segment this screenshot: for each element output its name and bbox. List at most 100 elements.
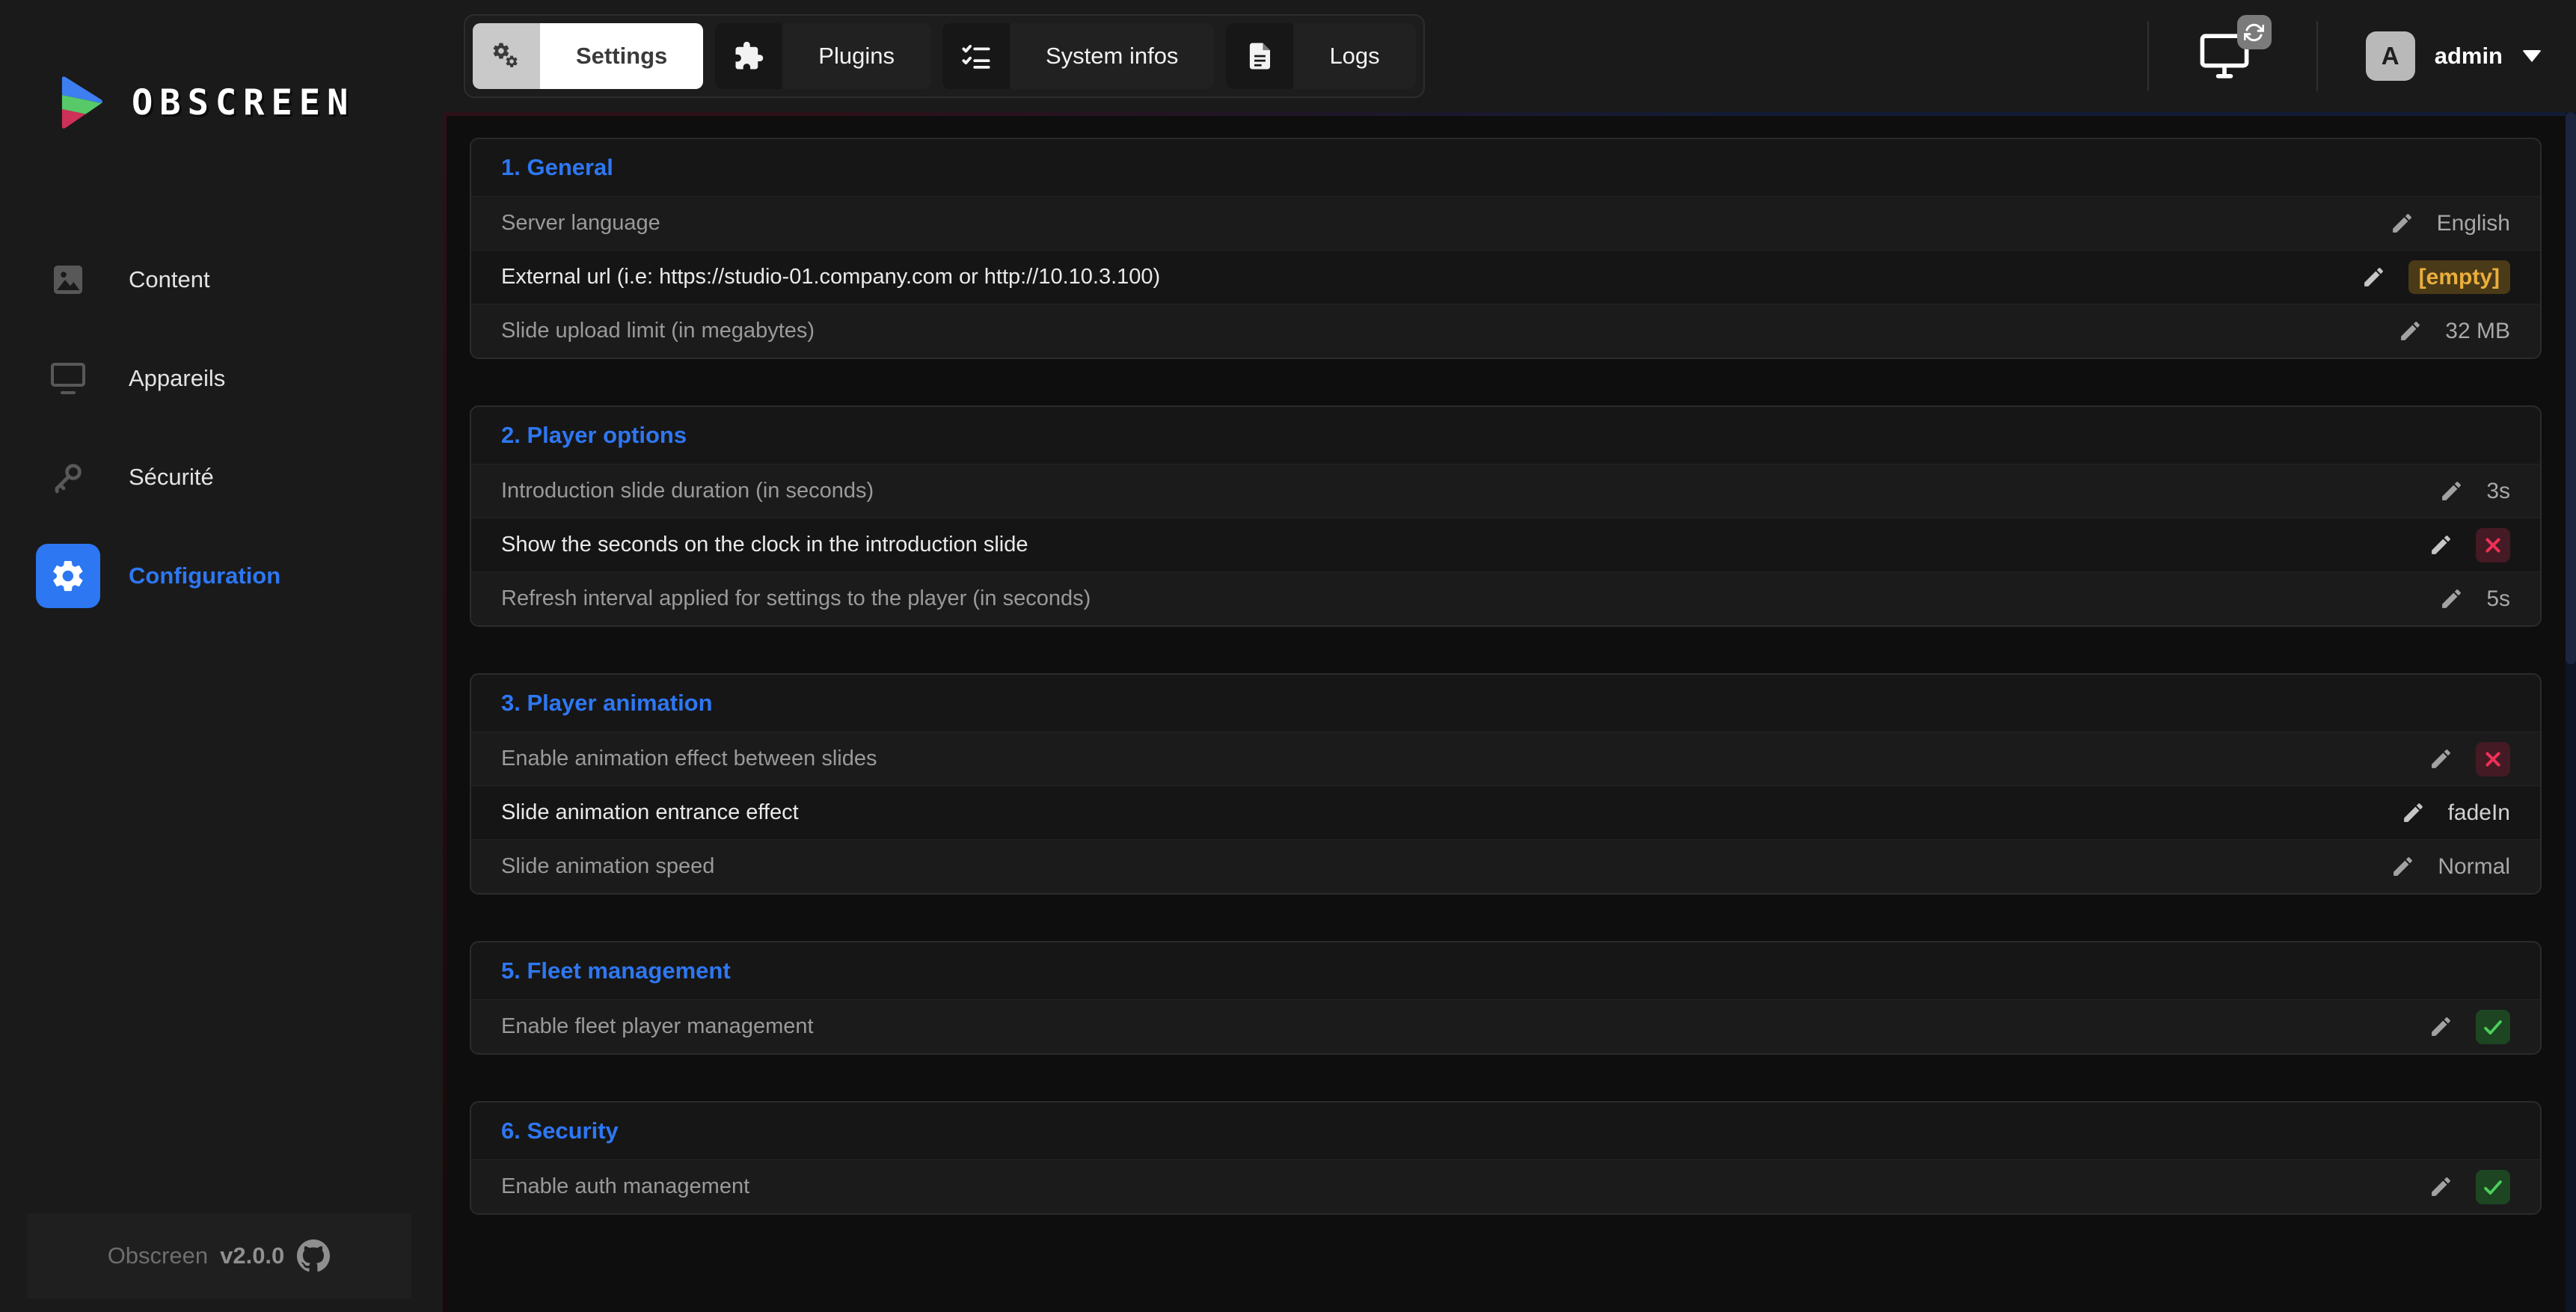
checklist-icon: [942, 23, 1010, 89]
sidebar-nav: Content Appareils Sécurité Configuration: [0, 230, 443, 625]
setting-label: Slide animation speed: [501, 854, 715, 878]
footer-app-name: Obscreen: [107, 1242, 209, 1269]
edit-pencil-icon[interactable]: [2398, 319, 2423, 343]
toggle-on-badge[interactable]: [2476, 1009, 2510, 1044]
setting-row-external-url-i-e: External url (i.e: https://studio-01.com…: [471, 250, 2540, 304]
setting-row-introduction-slide-duration-in: Introduction slide duration (in seconds)…: [471, 464, 2540, 518]
divider: [2316, 21, 2318, 91]
edit-pencil-icon[interactable]: [2439, 586, 2464, 611]
main-area: Settings Plugins System infos Logs A adm…: [443, 0, 2576, 1312]
setting-row-slide-animation-entrance-effect: Slide animation entrance effect fadeIn: [471, 785, 2540, 839]
setting-label: Refresh interval applied for settings to…: [501, 586, 1091, 610]
setting-row-enable-auth-management: Enable auth management: [471, 1159, 2540, 1213]
toggle-on-badge[interactable]: [2476, 1169, 2510, 1204]
player-sync-button[interactable]: [2198, 15, 2272, 79]
setting-row-slide-animation-speed: Slide animation speed Normal: [471, 839, 2540, 893]
section-title: 6. Security: [501, 1118, 619, 1144]
monitor-icon: [36, 346, 100, 411]
section-3-player-animation: 3. Player animation Enable animation eff…: [470, 673, 2542, 895]
github-icon[interactable]: [296, 1239, 331, 1273]
setting-label: Enable auth management: [501, 1174, 750, 1198]
setting-value: 32 MB: [2445, 318, 2510, 343]
footer-version: v2.0.0: [220, 1242, 285, 1269]
section-2-player-options: 2. Player options Introduction slide dur…: [470, 405, 2542, 627]
obscreen-app: OBSCREEN Content Appareils Sécurité Conf…: [0, 0, 2576, 1312]
key-icon: [36, 445, 100, 509]
setting-label: External url (i.e: https://studio-01.com…: [501, 265, 1161, 289]
setting-value: fadeIn: [2447, 800, 2510, 825]
edit-pencil-icon[interactable]: [2429, 1014, 2453, 1039]
setting-row-enable-animation-effect-between: Enable animation effect between slides: [471, 732, 2540, 785]
tab-plugins[interactable]: Plugins: [715, 23, 930, 89]
scrollbar[interactable]: [2566, 112, 2576, 1312]
setting-value: 3s: [2486, 478, 2510, 503]
app-title: OBSCREEN: [132, 82, 355, 123]
puzzle-icon: [715, 23, 783, 89]
edit-pencil-icon[interactable]: [2361, 265, 2386, 289]
section-1-general: 1. General Server language English Exter…: [470, 138, 2542, 359]
edit-pencil-icon[interactable]: [2429, 1174, 2453, 1199]
tab-bar: Settings Plugins System infos Logs: [464, 14, 1425, 98]
sidebar-item-appareils[interactable]: Appareils: [0, 329, 443, 428]
setting-label: Introduction slide duration (in seconds): [501, 479, 874, 503]
setting-value: Normal: [2438, 853, 2510, 879]
setting-label: Enable animation effect between slides: [501, 747, 877, 770]
setting-value: English: [2436, 210, 2510, 236]
document-icon: [1226, 23, 1294, 89]
section-5-fleet-management: 5. Fleet management Enable fleet player …: [470, 941, 2542, 1055]
gear-icon: [36, 544, 100, 608]
empty-value-badge: [empty]: [2408, 260, 2510, 294]
sidebar-item-label: Content: [129, 266, 210, 292]
sidebar-item-label: Configuration: [129, 562, 281, 589]
setting-label: Slide animation entrance effect: [501, 800, 799, 824]
setting-row-refresh-interval-applied-for: Refresh interval applied for settings to…: [471, 571, 2540, 625]
edit-pencil-icon[interactable]: [2429, 533, 2453, 557]
user-name: admin: [2434, 43, 2503, 69]
avatar: A: [2365, 31, 2415, 81]
settings-content: 1. General Server language English Exter…: [443, 112, 2576, 1312]
topbar: Settings Plugins System infos Logs A adm…: [443, 0, 2576, 112]
sidebar-item-label: Sécurité: [129, 464, 214, 490]
sidebar-footer: Obscreen v2.0.0: [27, 1213, 411, 1299]
gears-icon: [473, 23, 540, 89]
scrollbar-thumb[interactable]: [2566, 112, 2576, 664]
tab-logs[interactable]: Logs: [1226, 23, 1416, 89]
edit-pencil-icon[interactable]: [2429, 747, 2453, 771]
setting-row-enable-fleet-player-management: Enable fleet player management: [471, 999, 2540, 1053]
section-title: 3. Player animation: [501, 690, 713, 716]
edit-pencil-icon[interactable]: [2390, 211, 2414, 236]
setting-label: Slide upload limit (in megabytes): [501, 319, 815, 343]
setting-label: Show the seconds on the clock in the int…: [501, 533, 1028, 557]
chevron-down-icon: [2522, 50, 2542, 62]
refresh-badge-icon: [2236, 15, 2272, 49]
user-menu[interactable]: A admin: [2365, 31, 2542, 81]
tab-system-infos[interactable]: System infos: [942, 23, 1215, 89]
setting-row-show-the-seconds-on: Show the seconds on the clock in the int…: [471, 518, 2540, 571]
edit-pencil-icon[interactable]: [2401, 800, 2426, 825]
setting-row-slide-upload-limit-in: Slide upload limit (in megabytes) 32 MB: [471, 304, 2540, 358]
edit-pencil-icon[interactable]: [2391, 854, 2415, 879]
toggle-off-badge[interactable]: [2476, 741, 2510, 776]
toggle-off-badge[interactable]: [2476, 527, 2510, 562]
section-6-security: 6. Security Enable auth management: [470, 1101, 2542, 1215]
edit-pencil-icon[interactable]: [2439, 479, 2464, 503]
section-title: 2. Player options: [501, 422, 687, 448]
setting-value: 5s: [2486, 586, 2510, 611]
obscreen-logo-icon: [61, 76, 103, 129]
sidebar-item-securite[interactable]: Sécurité: [0, 428, 443, 527]
section-title: 1. General: [501, 154, 613, 180]
setting-label: Server language: [501, 211, 660, 235]
sidebar-item-content[interactable]: Content: [0, 230, 443, 329]
tab-label: Settings: [540, 23, 704, 89]
setting-row-server-language: Server language English: [471, 196, 2540, 250]
divider: [2147, 21, 2149, 91]
tab-settings[interactable]: Settings: [473, 23, 704, 89]
setting-label: Enable fleet player management: [501, 1014, 814, 1038]
section-title: 5. Fleet management: [501, 957, 731, 984]
tab-label: Plugins: [782, 23, 930, 89]
sidebar-item-configuration[interactable]: Configuration: [0, 527, 443, 625]
sidebar-item-label: Appareils: [129, 365, 226, 391]
sections-list: 1. General Server language English Exter…: [470, 138, 2542, 1215]
app-logo[interactable]: OBSCREEN: [0, 0, 443, 133]
sidebar: OBSCREEN Content Appareils Sécurité Conf…: [0, 0, 443, 1312]
